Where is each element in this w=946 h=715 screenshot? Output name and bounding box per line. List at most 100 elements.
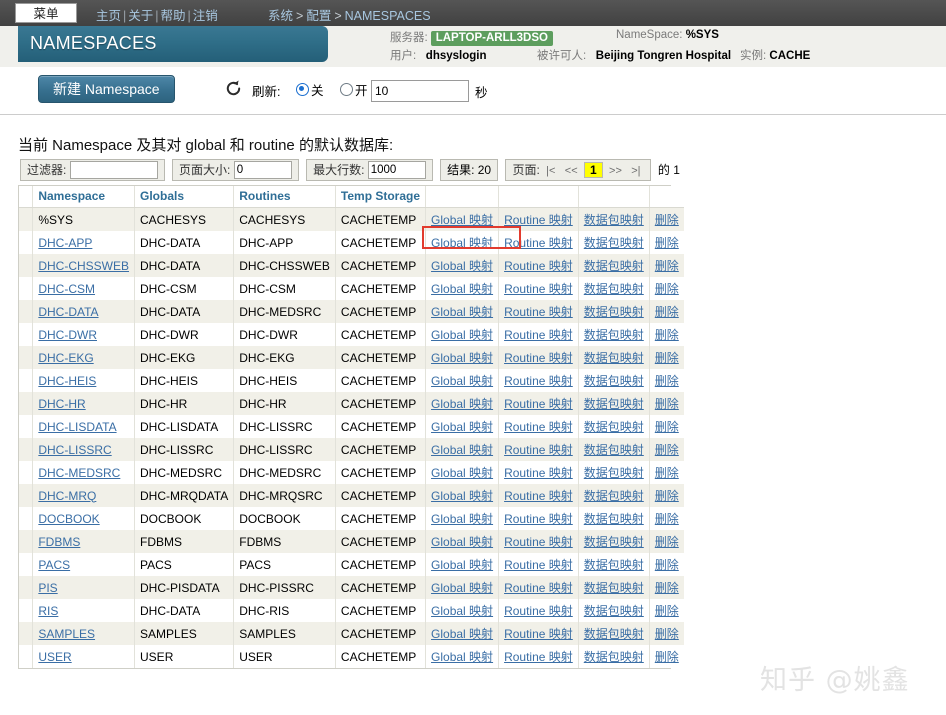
action-delete-link[interactable]: 删除 [655,282,679,296]
action-delete-link[interactable]: 删除 [655,535,679,549]
breadcrumb-item-config[interactable]: 配置 [306,9,331,23]
action-global-mapping-link[interactable]: Global 映射 [431,512,493,526]
action-package-mapping-link[interactable]: 数据包映射 [584,259,644,273]
action-delete-link[interactable]: 删除 [655,604,679,618]
action-package-mapping-link[interactable]: 数据包映射 [584,213,644,227]
radio-off-icon[interactable] [296,83,309,96]
action-package-mapping-link[interactable]: 数据包映射 [584,328,644,342]
namespace-link[interactable]: DHC-CSM [38,282,95,296]
nav-link-about[interactable]: 关于 [128,9,153,23]
current-page-number[interactable]: 1 [583,162,603,178]
action-global-mapping-link[interactable]: Global 映射 [431,328,493,342]
action-global-mapping-link[interactable]: Global 映射 [431,236,493,250]
action-package-mapping-link[interactable]: 数据包映射 [584,650,644,664]
namespace-link[interactable]: DHC-HR [38,397,85,411]
namespace-link[interactable]: DHC-LISSRC [38,443,111,457]
namespace-link[interactable]: DHC-DATA [38,305,98,319]
nav-link-logout[interactable]: 注销 [193,9,218,23]
namespace-link[interactable]: SAMPLES [38,627,95,641]
namespace-link[interactable]: DHC-DWR [38,328,97,342]
column-header-temp-storage[interactable]: Temp Storage [335,186,427,208]
action-routine-mapping-link[interactable]: Routine 映射 [504,374,573,388]
action-package-mapping-link[interactable]: 数据包映射 [584,627,644,641]
action-package-mapping-link[interactable]: 数据包映射 [584,443,644,457]
action-package-mapping-link[interactable]: 数据包映射 [584,420,644,434]
action-package-mapping-link[interactable]: 数据包映射 [584,466,644,480]
action-routine-mapping-link[interactable]: Routine 映射 [504,282,573,296]
refresh-icon[interactable] [224,79,243,98]
namespace-link[interactable]: DHC-MEDSRC [38,466,120,480]
action-delete-link[interactable]: 删除 [655,581,679,595]
action-package-mapping-link[interactable]: 数据包映射 [584,604,644,618]
action-delete-link[interactable]: 删除 [655,466,679,480]
action-routine-mapping-link[interactable]: Routine 映射 [504,558,573,572]
last-page-icon[interactable]: >| [628,165,643,177]
new-namespace-button[interactable]: 新建 Namespace [38,75,175,103]
action-delete-link[interactable]: 删除 [655,328,679,342]
breadcrumb-item-system[interactable]: 系统 [268,9,293,23]
action-global-mapping-link[interactable]: Global 映射 [431,305,493,319]
max-rows-input[interactable] [367,161,426,179]
action-delete-link[interactable]: 删除 [655,259,679,273]
action-global-mapping-link[interactable]: Global 映射 [431,374,493,388]
action-global-mapping-link[interactable]: Global 映射 [431,627,493,641]
namespace-link[interactable]: DHC-MRQ [38,489,96,503]
action-package-mapping-link[interactable]: 数据包映射 [584,282,644,296]
breadcrumb-item-namespaces[interactable]: NAMESPACES [345,9,431,23]
action-package-mapping-link[interactable]: 数据包映射 [584,535,644,549]
menu-button[interactable]: 菜单 [15,3,77,23]
action-routine-mapping-link[interactable]: Routine 映射 [504,420,573,434]
action-global-mapping-link[interactable]: Global 映射 [431,535,493,549]
action-package-mapping-link[interactable]: 数据包映射 [584,489,644,503]
action-package-mapping-link[interactable]: 数据包映射 [584,236,644,250]
filter-input[interactable] [69,161,158,179]
refresh-seconds-input[interactable] [371,80,469,102]
action-delete-link[interactable]: 删除 [655,374,679,388]
action-delete-link[interactable]: 删除 [655,443,679,457]
page-size-input[interactable] [233,161,292,179]
radio-on-icon[interactable] [340,83,353,96]
action-routine-mapping-link[interactable]: Routine 映射 [504,259,573,273]
namespace-link[interactable]: DHC-EKG [38,351,93,365]
namespace-link[interactable]: PIS [38,581,57,595]
action-package-mapping-link[interactable]: 数据包映射 [584,351,644,365]
refresh-on-option[interactable]: 开 [340,80,368,99]
nav-link-home[interactable]: 主页 [96,9,121,23]
action-delete-link[interactable]: 删除 [655,305,679,319]
action-delete-link[interactable]: 删除 [655,558,679,572]
action-package-mapping-link[interactable]: 数据包映射 [584,512,644,526]
next-page-icon[interactable]: >> [606,165,625,177]
namespace-link[interactable]: DOCBOOK [38,512,99,526]
action-package-mapping-link[interactable]: 数据包映射 [584,558,644,572]
action-delete-link[interactable]: 删除 [655,236,679,250]
action-delete-link[interactable]: 删除 [655,489,679,503]
action-routine-mapping-link[interactable]: Routine 映射 [504,305,573,319]
column-header-routines[interactable]: Routines [233,186,336,208]
namespace-link[interactable]: RIS [38,604,58,618]
action-delete-link[interactable]: 删除 [655,213,679,227]
action-routine-mapping-link[interactable]: Routine 映射 [504,604,573,618]
first-page-icon[interactable]: |< [543,165,558,177]
action-global-mapping-link[interactable]: Global 映射 [431,259,493,273]
action-delete-link[interactable]: 删除 [655,420,679,434]
action-delete-link[interactable]: 删除 [655,351,679,365]
namespace-link[interactable]: DHC-LISDATA [38,420,116,434]
action-routine-mapping-link[interactable]: Routine 映射 [504,512,573,526]
action-routine-mapping-link[interactable]: Routine 映射 [504,535,573,549]
action-global-mapping-link[interactable]: Global 映射 [431,213,493,227]
action-delete-link[interactable]: 删除 [655,650,679,664]
namespace-link[interactable]: DHC-CHSSWEB [38,259,129,273]
action-routine-mapping-link[interactable]: Routine 映射 [504,351,573,365]
action-routine-mapping-link[interactable]: Routine 映射 [504,328,573,342]
action-delete-link[interactable]: 删除 [655,397,679,411]
action-global-mapping-link[interactable]: Global 映射 [431,397,493,411]
action-package-mapping-link[interactable]: 数据包映射 [584,305,644,319]
action-global-mapping-link[interactable]: Global 映射 [431,604,493,618]
action-package-mapping-link[interactable]: 数据包映射 [584,397,644,411]
action-package-mapping-link[interactable]: 数据包映射 [584,374,644,388]
action-global-mapping-link[interactable]: Global 映射 [431,581,493,595]
action-global-mapping-link[interactable]: Global 映射 [431,443,493,457]
action-global-mapping-link[interactable]: Global 映射 [431,466,493,480]
refresh-off-option[interactable]: 关 [296,80,324,99]
namespace-link[interactable]: DHC-HEIS [38,374,96,388]
